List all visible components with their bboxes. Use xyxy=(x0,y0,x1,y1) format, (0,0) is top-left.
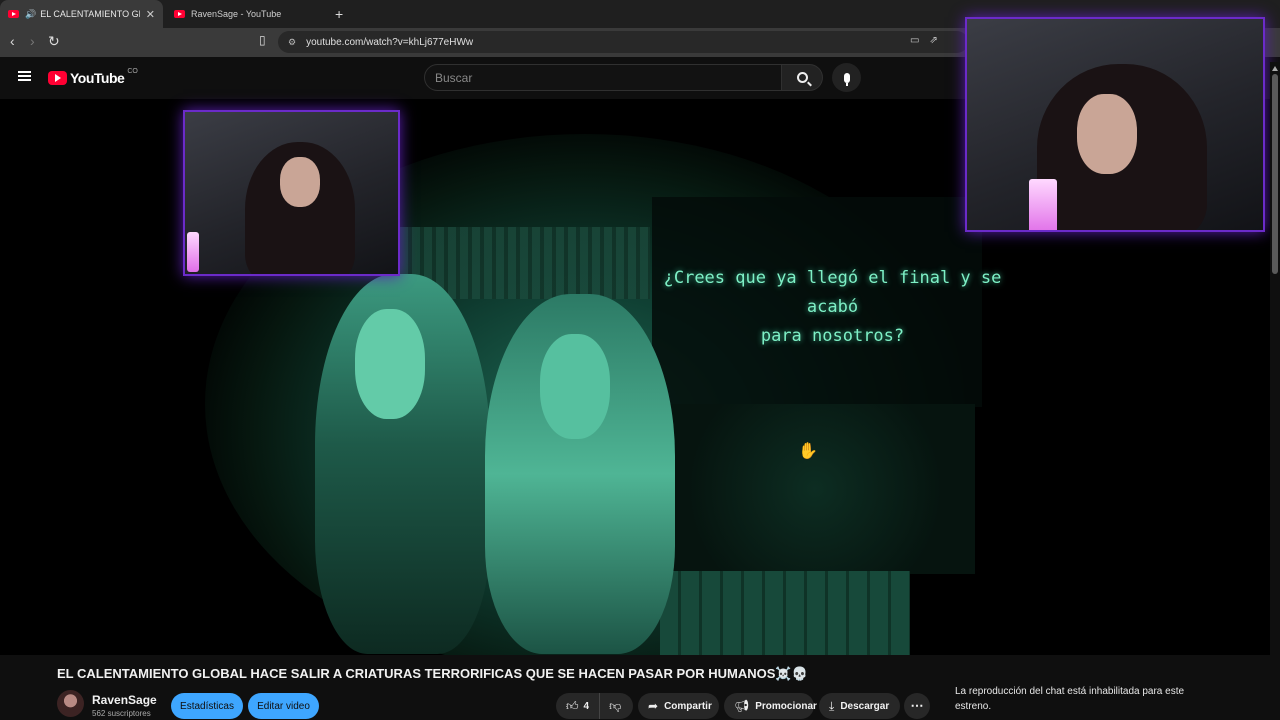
channel-name[interactable]: RavenSage xyxy=(92,693,157,707)
url-text: youtube.com/watch?v=khLj677eHWw xyxy=(306,36,474,48)
like-count: 4 xyxy=(583,700,590,712)
country-code: CO xyxy=(127,67,138,75)
creature-right xyxy=(485,294,675,654)
cast-icon[interactable]: ▭ xyxy=(910,35,919,46)
more-dots-icon: ⋯ xyxy=(910,698,924,713)
megaphone-icon: 📢︎ xyxy=(734,699,750,713)
scroll-up-arrow-icon[interactable] xyxy=(1272,66,1278,71)
tab-channel[interactable]: RavenSage - YouTube xyxy=(166,0,328,28)
promote-label: Promocionar xyxy=(755,700,817,712)
subtitle-line-1: ¿Crees que ya llegó el final y se acabó xyxy=(663,268,1002,317)
streamer-face xyxy=(1077,94,1137,174)
share-page-icon[interactable]: ⇗ xyxy=(929,35,937,46)
thumbs-down-icon: 👎︎ xyxy=(609,698,622,713)
channel-avatar[interactable] xyxy=(57,690,84,717)
game-subtitle: ¿Crees que ya llegó el final y se acabó … xyxy=(660,264,1005,351)
stats-button[interactable]: Estadísticas xyxy=(171,693,243,719)
youtube-logo[interactable]: YouTube CO xyxy=(48,67,138,86)
share-arrow-icon: ➦ xyxy=(648,699,659,713)
video-metadata: EL CALENTAMIENTO GLOBAL HACE SALIR A CRI… xyxy=(0,655,1280,720)
video-title: EL CALENTAMIENTO GLOBAL HACE SALIR A CRI… xyxy=(57,666,808,681)
site-info-icon[interactable]: ⚙ xyxy=(288,37,296,48)
subtitle-line-2: para nosotros? xyxy=(760,326,905,346)
reload-icon[interactable]: ↻ xyxy=(48,33,60,50)
youtube-favicon-icon xyxy=(174,10,185,18)
promote-button[interactable]: 📢︎ Promocionar xyxy=(724,693,817,719)
back-arrow-icon[interactable]: ‹ xyxy=(10,33,15,49)
thumbs-up-icon: 👍︎ xyxy=(566,698,579,713)
download-icon: ⤓ xyxy=(829,698,835,713)
close-icon[interactable]: ✕ xyxy=(146,8,155,21)
search-input[interactable]: Buscar xyxy=(424,64,782,91)
address-bar[interactable]: ⚙ youtube.com/watch?v=khLj677eHWw xyxy=(278,31,968,53)
streamer-face xyxy=(280,157,320,207)
tab-title: EL CALENTAMIENTO GLOBAL xyxy=(40,9,140,19)
dislike-button[interactable]: 👎︎ xyxy=(600,693,630,719)
creature-left xyxy=(315,274,490,654)
menu-icon[interactable] xyxy=(18,71,31,81)
tab-title: RavenSage - YouTube xyxy=(191,9,282,19)
bookmark-icon[interactable]: ▯ xyxy=(259,33,266,47)
subscriber-count: 562 suscriptores xyxy=(92,709,151,718)
page-scrollbar[interactable] xyxy=(1270,62,1280,720)
chat-disabled-notice: La reproducción del chat está inhabilita… xyxy=(955,686,1185,712)
creature-face xyxy=(355,309,425,419)
hand-cursor-icon: ✋ xyxy=(798,443,818,460)
webcam-overlay-small xyxy=(183,110,400,276)
more-actions-button[interactable]: ⋯ xyxy=(904,693,930,719)
youtube-favicon-icon xyxy=(8,10,19,18)
youtube-play-logo-icon xyxy=(48,71,67,85)
download-label: Descargar xyxy=(840,700,890,712)
address-bar-actions: ▭ ⇗ xyxy=(910,35,938,46)
creature-face xyxy=(540,334,610,439)
share-button[interactable]: ➦ Compartir xyxy=(638,693,719,719)
tab-video[interactable]: 🔊 EL CALENTAMIENTO GLOBAL ✕ xyxy=(0,0,163,28)
forward-arrow-icon[interactable]: › xyxy=(30,33,35,49)
search-button[interactable] xyxy=(782,64,823,91)
voice-search-button[interactable] xyxy=(832,63,861,92)
microphone-icon xyxy=(843,72,850,86)
scroll-thumb[interactable] xyxy=(1272,74,1278,274)
like-dislike-group: 👍︎ 4 👎︎ xyxy=(556,693,633,719)
led-light xyxy=(1029,179,1057,230)
wooden-deck xyxy=(660,571,910,655)
new-tab-plus-icon[interactable]: + xyxy=(335,6,343,22)
share-label: Compartir xyxy=(664,700,712,712)
search-icon xyxy=(796,72,808,83)
like-button[interactable]: 👍︎ 4 xyxy=(556,693,601,719)
speaker-icon[interactable]: 🔊 xyxy=(25,9,36,20)
led-light xyxy=(187,232,199,272)
webcam-overlay-large xyxy=(965,17,1265,232)
download-button[interactable]: ⤓ Descargar xyxy=(819,693,900,719)
background-grass xyxy=(655,404,975,574)
logo-text: YouTube xyxy=(70,70,125,86)
edit-video-button[interactable]: Editar video xyxy=(248,693,319,719)
